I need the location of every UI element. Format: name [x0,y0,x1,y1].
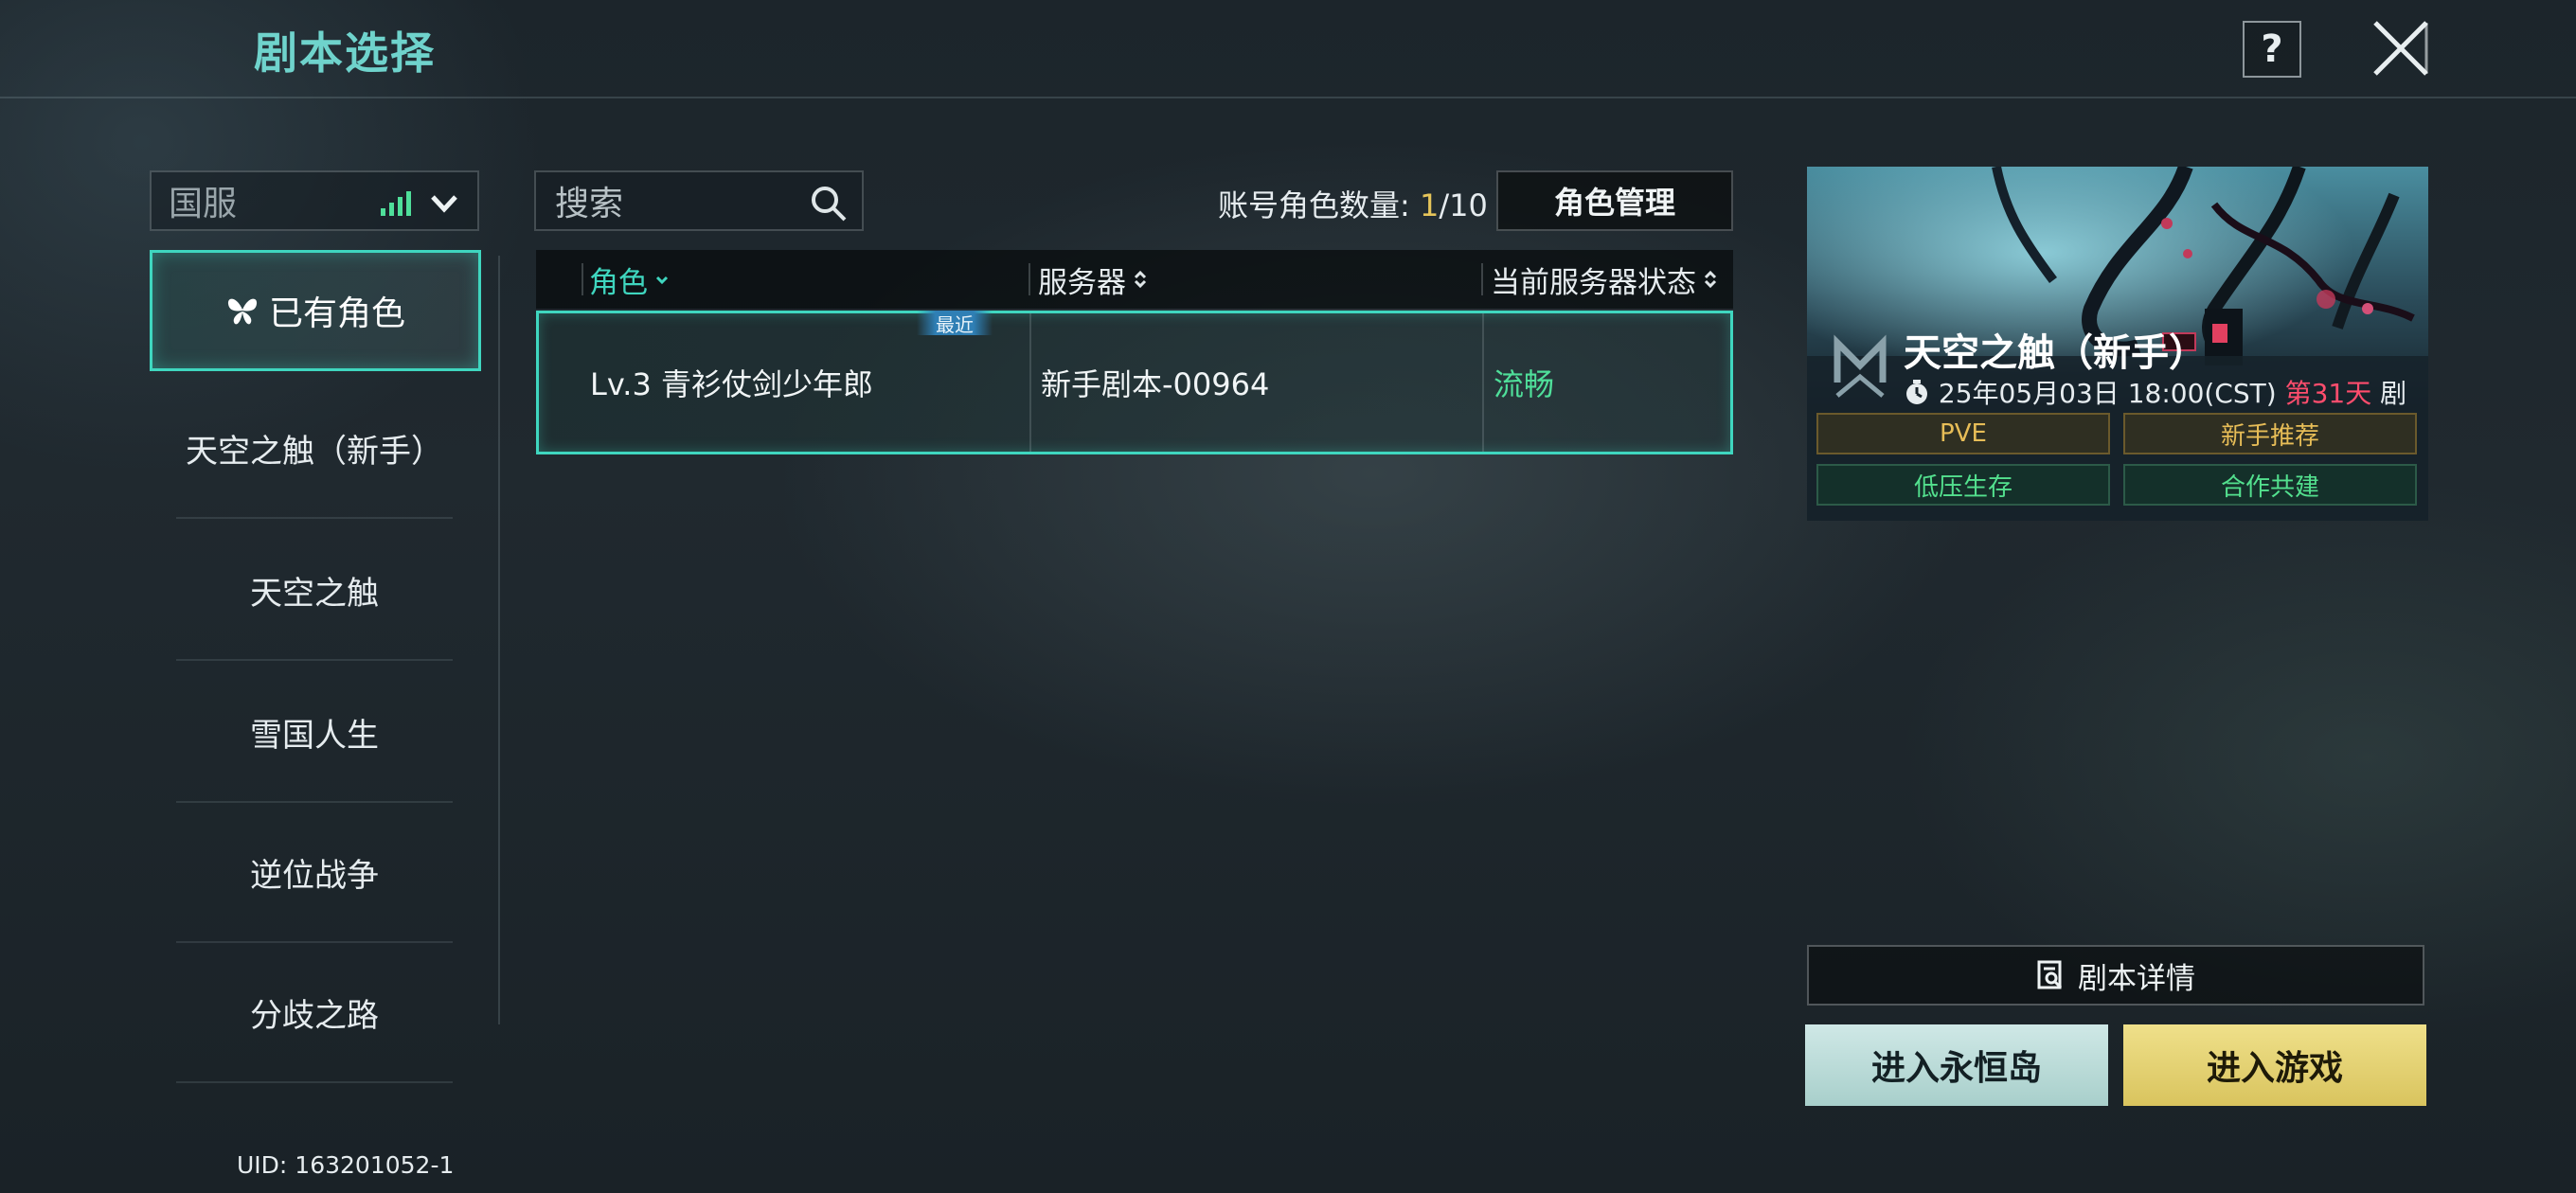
tag-low-pressure: 低压生存 [1816,464,2110,506]
page-title: 剧本选择 [254,27,436,79]
column-separator [581,263,583,295]
header-divider [0,97,2576,98]
sidebar-item-label: 已有角色 [268,294,405,333]
character-count-total: /10 [1439,187,1488,223]
server-status-cell: 流畅 [1494,366,1555,402]
server-select[interactable]: 国服 [150,170,479,231]
column-separator [1029,313,1031,452]
table-header: 角色 服务器 当前服务器状态 [536,250,1733,309]
column-header-server[interactable]: 服务器 [1038,250,1147,309]
table-row[interactable]: Lv.3 青衫仗剑少年郎 新手剧本-00964 流畅 [536,311,1733,454]
help-button[interactable]: ? [2243,21,2301,78]
search-icon[interactable] [809,184,849,223]
character-count-current: 1 [1419,187,1440,223]
column-header-character[interactable]: 角色 [589,250,669,309]
script-detail-label: 剧本详情 [2078,961,2195,996]
search-placeholder: 搜索 [555,185,624,223]
server-select-value: 国服 [169,185,238,223]
game-logo-icon [1834,334,1887,398]
column-separator [1482,313,1484,452]
character-manage-button[interactable]: 角色管理 [1496,170,1733,231]
tag-pve: PVE [1816,413,2110,454]
document-icon [2037,960,2063,989]
sidebar-item-reverse-war[interactable]: 逆位战争 [176,803,453,943]
close-button[interactable] [2368,17,2434,80]
script-card-title: 天空之触（新手） [1904,331,2207,375]
recent-badge: 最近 [917,311,993,336]
sidebar-item-skytouch-novice[interactable]: 天空之触（新手） [176,379,453,519]
tag-novice-recommended: 新手推荐 [2123,413,2417,454]
help-icon: ? [2261,27,2283,71]
script-card-day: 第31天 [2284,378,2372,409]
sidebar-item-skytouch[interactable]: 天空之触 [176,521,453,661]
character-name-cell: Lv.3 青衫仗剑少年郎 [590,366,873,402]
sort-icon [1134,270,1147,289]
search-input[interactable]: 搜索 [534,170,864,231]
butterfly-icon [227,298,258,325]
enter-game-button[interactable]: 进入游戏 [2123,1024,2426,1106]
sidebar-divider [498,256,500,1024]
sidebar-item-divergent-road[interactable]: 分歧之路 [176,943,453,1083]
close-icon [2373,21,2428,76]
character-count: 账号角色数量: 1/10 [1218,187,1488,223]
sort-icon [655,276,669,285]
server-name-cell: 新手剧本-00964 [1041,366,1270,402]
script-card[interactable]: 天空之触（新手） 25年05月03日 18:00(CST) 第31天 剧 PVE… [1807,167,2428,521]
enter-eternal-island-button[interactable]: 进入永恒岛 [1805,1024,2108,1106]
clock-icon [1906,380,1927,404]
column-separator [1029,263,1030,295]
sidebar-item-snow-country[interactable]: 雪国人生 [176,663,453,803]
sort-icon [1704,270,1717,289]
chevron-down-icon [431,195,457,213]
sidebar-item-existing-characters[interactable]: 已有角色 [150,250,481,371]
script-detail-button[interactable]: 剧本详情 [1807,945,2424,1006]
column-separator [1481,263,1483,295]
signal-icon [381,191,411,216]
column-header-status[interactable]: 当前服务器状态 [1491,250,1717,309]
user-id: UID: 163201052-1 [237,1151,455,1179]
tag-co-build: 合作共建 [2123,464,2417,506]
script-card-time: 25年05月03日 18:00(CST) 第31天 剧 [1904,373,2428,411]
